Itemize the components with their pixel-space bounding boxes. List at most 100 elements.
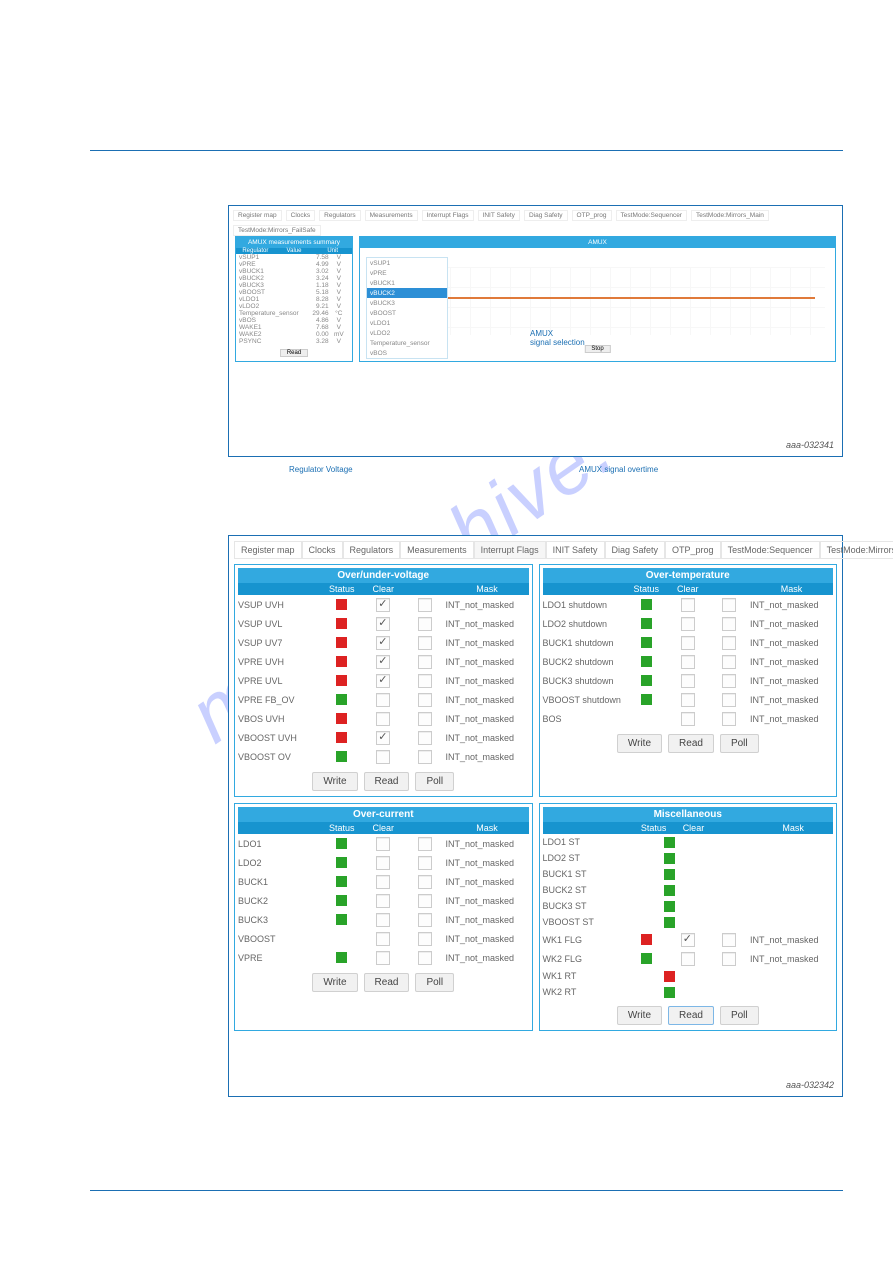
fig2-tab[interactable]: Register map bbox=[234, 541, 302, 559]
clear-checkbox[interactable] bbox=[376, 617, 390, 631]
fig1-tab[interactable]: TestMode:Mirrors_FailSafe bbox=[233, 225, 321, 236]
fig1-tab[interactable]: INIT Safety bbox=[478, 210, 520, 221]
fig1-tab[interactable]: TestMode:Mirrors_Main bbox=[691, 210, 769, 221]
amux-signal-dropdown[interactable]: vSUP1vPREvBUCK1vBUCK2vBUCK3vBOOSTvLDO1vL… bbox=[366, 257, 448, 359]
clear-checkbox[interactable] bbox=[376, 674, 390, 688]
mask-checkbox[interactable] bbox=[418, 856, 432, 870]
fig1-tab[interactable]: Register map bbox=[233, 210, 282, 221]
poll-button[interactable]: Poll bbox=[415, 973, 454, 992]
mask-checkbox[interactable] bbox=[418, 674, 432, 688]
clear-checkbox[interactable] bbox=[376, 913, 390, 927]
clear-checkbox[interactable] bbox=[376, 856, 390, 870]
dropdown-option[interactable]: vLDO1 bbox=[367, 318, 447, 328]
clear-checkbox[interactable] bbox=[681, 712, 695, 726]
mask-checkbox[interactable] bbox=[418, 875, 432, 889]
mask-checkbox[interactable] bbox=[418, 894, 432, 908]
fig1-tab[interactable]: Interrupt Flags bbox=[422, 210, 474, 221]
fig2-tab[interactable]: TestMode:Mirrors_M bbox=[820, 541, 893, 559]
clear-checkbox[interactable] bbox=[376, 693, 390, 707]
mask-checkbox[interactable] bbox=[418, 932, 432, 946]
fig2-tab[interactable]: TestMode:Sequencer bbox=[721, 541, 820, 559]
mask-checkbox[interactable] bbox=[722, 598, 736, 612]
dropdown-option[interactable]: vBUCK1 bbox=[367, 278, 447, 288]
clear-checkbox[interactable] bbox=[376, 750, 390, 764]
write-button[interactable]: Write bbox=[617, 1006, 662, 1025]
fig1-tab[interactable]: TestMode:Sequencer bbox=[616, 210, 687, 221]
poll-button[interactable]: Poll bbox=[415, 772, 454, 791]
column-headers: StatusClearMask bbox=[543, 583, 834, 595]
mask-checkbox[interactable] bbox=[418, 617, 432, 631]
clear-checkbox[interactable] bbox=[376, 837, 390, 851]
mask-checkbox[interactable] bbox=[418, 636, 432, 650]
poll-button[interactable]: Poll bbox=[720, 734, 759, 753]
clear-checkbox[interactable] bbox=[681, 693, 695, 707]
clear-checkbox[interactable] bbox=[376, 712, 390, 726]
fig1-tab[interactable]: OTP_prog bbox=[572, 210, 612, 221]
clear-checkbox[interactable] bbox=[376, 636, 390, 650]
clear-checkbox[interactable] bbox=[681, 655, 695, 669]
clear-checkbox[interactable] bbox=[681, 674, 695, 688]
mask-checkbox[interactable] bbox=[418, 693, 432, 707]
clear-checkbox[interactable] bbox=[376, 598, 390, 612]
dropdown-option[interactable]: vBUCK3 bbox=[367, 298, 447, 308]
mask-checkbox[interactable] bbox=[722, 655, 736, 669]
clear-checkbox[interactable] bbox=[376, 875, 390, 889]
clear-checkbox[interactable] bbox=[681, 952, 695, 966]
clear-checkbox[interactable] bbox=[376, 731, 390, 745]
mask-checkbox[interactable] bbox=[418, 913, 432, 927]
mask-checkbox[interactable] bbox=[722, 952, 736, 966]
clear-checkbox[interactable] bbox=[681, 636, 695, 650]
clear-checkbox[interactable] bbox=[376, 655, 390, 669]
mask-checkbox[interactable] bbox=[722, 636, 736, 650]
fig1-tab[interactable]: Clocks bbox=[286, 210, 316, 221]
fig2-tab[interactable]: Regulators bbox=[343, 541, 401, 559]
read-button[interactable]: Read bbox=[668, 1006, 714, 1025]
mask-checkbox[interactable] bbox=[418, 598, 432, 612]
mask-checkbox[interactable] bbox=[722, 712, 736, 726]
status-indicator bbox=[641, 934, 652, 945]
dropdown-option[interactable]: vPRE bbox=[367, 268, 447, 278]
amux-summary-title: AMUX measurements summary bbox=[236, 237, 352, 248]
read-button[interactable]: Read bbox=[280, 349, 308, 357]
write-button[interactable]: Write bbox=[312, 772, 357, 791]
mask-checkbox[interactable] bbox=[418, 837, 432, 851]
fig2-tab[interactable]: OTP_prog bbox=[665, 541, 721, 559]
clear-checkbox[interactable] bbox=[376, 894, 390, 908]
dropdown-option[interactable]: vLDO2 bbox=[367, 328, 447, 338]
mask-checkbox[interactable] bbox=[418, 951, 432, 965]
fig2-tab[interactable]: Diag Safety bbox=[605, 541, 666, 559]
fig2-tab[interactable]: INIT Safety bbox=[546, 541, 605, 559]
mask-checkbox[interactable] bbox=[722, 674, 736, 688]
dropdown-option[interactable]: Temperature_sensor bbox=[367, 338, 447, 348]
poll-button[interactable]: Poll bbox=[720, 1006, 759, 1025]
clear-checkbox[interactable] bbox=[681, 598, 695, 612]
mask-checkbox[interactable] bbox=[722, 693, 736, 707]
fig1-tab[interactable]: Diag Safety bbox=[524, 210, 568, 221]
read-button[interactable]: Read bbox=[364, 772, 410, 791]
fig1-tab[interactable]: Regulators bbox=[319, 210, 360, 221]
mask-checkbox[interactable] bbox=[722, 933, 736, 947]
clear-checkbox[interactable] bbox=[681, 933, 695, 947]
fig2-tab[interactable]: Interrupt Flags bbox=[474, 541, 546, 559]
dropdown-option[interactable]: vBOOST bbox=[367, 308, 447, 318]
fig2-tab[interactable]: Measurements bbox=[400, 541, 474, 559]
mask-checkbox[interactable] bbox=[418, 750, 432, 764]
read-button[interactable]: Read bbox=[668, 734, 714, 753]
clear-checkbox[interactable] bbox=[376, 932, 390, 946]
write-button[interactable]: Write bbox=[617, 734, 662, 753]
stop-button[interactable]: Stop bbox=[584, 345, 610, 353]
mask-checkbox[interactable] bbox=[418, 655, 432, 669]
dropdown-option[interactable]: vBUCK2 bbox=[367, 288, 447, 298]
read-button[interactable]: Read bbox=[364, 973, 410, 992]
signal-trace bbox=[420, 297, 815, 299]
write-button[interactable]: Write bbox=[312, 973, 357, 992]
mask-checkbox[interactable] bbox=[722, 617, 736, 631]
mask-checkbox[interactable] bbox=[418, 712, 432, 726]
dropdown-option[interactable]: vSUP1 bbox=[367, 258, 447, 268]
clear-checkbox[interactable] bbox=[376, 951, 390, 965]
fig1-tab[interactable]: Measurements bbox=[365, 210, 418, 221]
fig2-tab[interactable]: Clocks bbox=[302, 541, 343, 559]
dropdown-option[interactable]: vBOS bbox=[367, 348, 447, 358]
clear-checkbox[interactable] bbox=[681, 617, 695, 631]
mask-checkbox[interactable] bbox=[418, 731, 432, 745]
